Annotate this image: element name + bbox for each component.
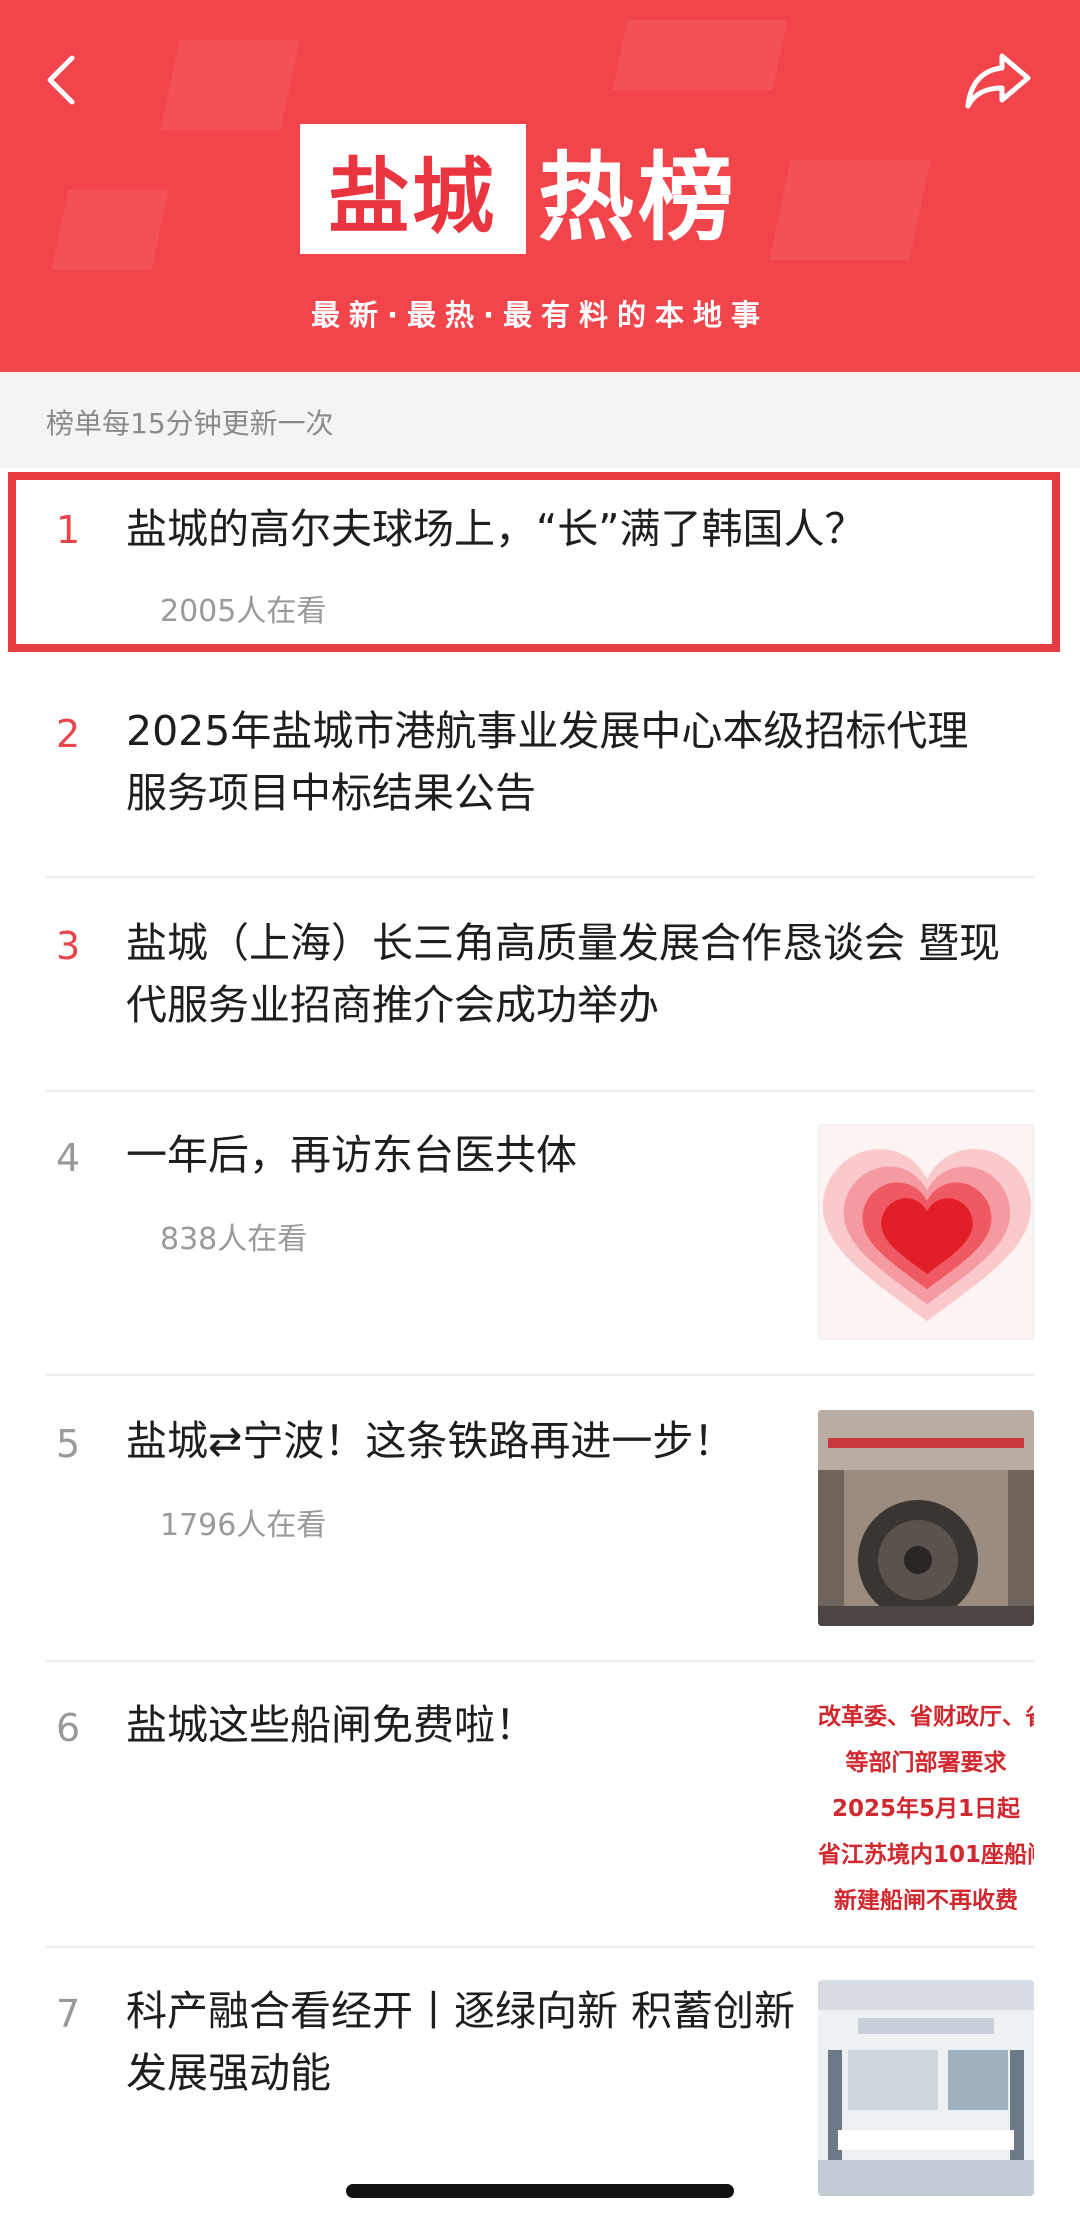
back-button[interactable] [38,50,86,110]
divider [46,1946,1034,1948]
hot-list-logo: 盐城 热榜 [300,124,738,254]
view-count: 1796人在看 [160,1508,327,1543]
exhibition-hall-illustration [818,1980,1034,2196]
rank-number: 2 [56,712,81,756]
notice-image-line: 省江苏境内101座船闸中 [818,1842,1034,1868]
notice-image-line: 等部门部署要求 [845,1750,1007,1776]
item-title[interactable]: 盐城⇄宁波！这条铁路再进一步！ [126,1410,806,1472]
header-decoration [769,160,931,260]
heart-icon [823,1149,1031,1321]
home-indicator[interactable] [346,2184,734,2198]
notice-image-line: 新建船闸不再收费 [834,1888,1018,1910]
notice-image-line: 改革委、省财政厅、省 [818,1704,1034,1730]
rank-number: 7 [56,1992,81,2036]
list-item[interactable]: 6 盐城这些船闸免费啦！ 改革委、省财政厅、省 等部门部署要求 2025年5月1… [0,1694,1080,1910]
exhibition-hall-photo[interactable] [818,1980,1034,2196]
notice-image-line: 2025年5月1日起 [831,1796,1021,1822]
rank-number: 3 [56,924,81,968]
construction-site-illustration [818,1410,1034,1626]
item-title[interactable]: 盐城（上海）长三角高质量发展合作恳谈会 暨现代服务业招商推介会成功举办 [126,912,1006,1036]
notice-text-image[interactable]: 改革委、省财政厅、省 等部门部署要求 2025年5月1日起 省江苏境内101座船… [818,1694,1034,1910]
rank-number: 5 [56,1422,81,1466]
list-item[interactable]: 3 盐城（上海）长三角高质量发展合作恳谈会 暨现代服务业招商推介会成功举办 [0,912,1080,1062]
list-item[interactable]: 5 盐城⇄宁波！这条铁路再进一步！ 1796人在看 [0,1410,1080,1626]
list-item[interactable]: 2 2025年盐城市港航事业发展中心本级招标代理服务项目中标结果公告 [0,700,1080,850]
logo-city-name: 盐城 [300,124,527,254]
list-item[interactable]: 7 科产融合看经开丨逐绿向新 积蓄创新发展强动能 [0,1980,1080,2196]
divider [46,1660,1034,1662]
view-count: 838人在看 [160,1222,308,1257]
header-tagline: 最新·最热·最有料的本地事 [310,298,770,332]
header-decoration [612,20,788,90]
heart-image[interactable] [818,1124,1034,1340]
rank-number: 4 [56,1136,81,1180]
item-title[interactable]: 科产融合看经开丨逐绿向新 积蓄创新发展强动能 [126,1980,806,2104]
header-decoration [160,40,300,130]
update-notice-bar: 榜单每15分钟更新一次 [0,372,1080,468]
share-arrow-icon [965,53,1031,109]
update-notice-text: 榜单每15分钟更新一次 [46,407,334,440]
logo-hot-list-text: 热榜 [538,141,739,254]
item-title[interactable]: 2025年盐城市港航事业发展中心本级招标代理服务项目中标结果公告 [126,700,1006,824]
header-decoration [51,190,169,270]
chevron-left-icon [47,55,75,105]
divider [46,1374,1034,1376]
item-title[interactable]: 一年后，再访东台医共体 [126,1124,806,1186]
hot-list-header: 盐城 热榜 最新·最热·最有料的本地事 [0,0,1080,372]
list-item[interactable]: 4 一年后，再访东台医共体 838人在看 [0,1124,1080,1340]
item-title[interactable]: 盐城这些船闸免费啦！ [126,1694,806,1756]
divider [46,1090,1034,1092]
share-button[interactable] [962,48,1034,114]
divider [46,876,1034,878]
rank-number: 6 [56,1706,81,1750]
tunnel-construction-photo[interactable] [818,1410,1034,1626]
highlight-box [8,472,1060,652]
